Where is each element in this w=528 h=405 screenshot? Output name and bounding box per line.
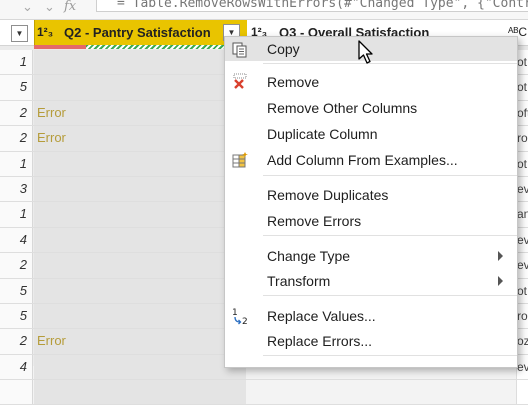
cancel-icon[interactable]: ⌄ xyxy=(44,0,55,14)
cell-q2[interactable] xyxy=(34,227,246,253)
menu-item-label: Duplicate Column xyxy=(267,126,378,142)
formula-bar: ⌄ ⌄ fx = Table.RemoveRowsWithErrors(#"Ch… xyxy=(0,0,528,20)
cell-value[interactable]: Error xyxy=(37,126,66,150)
cell-q2[interactable] xyxy=(34,354,246,380)
cell-q2[interactable] xyxy=(34,75,246,100)
cell-q2[interactable]: Error xyxy=(34,329,246,354)
row-number: 2 xyxy=(0,126,33,151)
row-number: 5 xyxy=(0,278,33,303)
menu-item-label: Remove xyxy=(267,74,320,90)
menu-item-label: Transform xyxy=(267,273,331,289)
number-type-icon[interactable]: 1²₃ xyxy=(37,25,53,39)
menu-item-remove-errors[interactable]: Remove Errors xyxy=(225,209,517,233)
menu-item-label: Add Column From Examples... xyxy=(267,152,458,168)
menu-item-duplicate-column[interactable]: Duplicate Column xyxy=(225,122,517,146)
cell-q2[interactable] xyxy=(34,151,246,176)
row-number: 1 xyxy=(0,151,33,176)
row-number: 1 xyxy=(0,50,33,75)
collapse-icon[interactable]: ⌄ xyxy=(22,0,33,14)
replace-values-icon: 12 xyxy=(231,307,251,327)
cell-value[interactable]: Error xyxy=(37,101,66,125)
menu-item-replace-values[interactable]: 1 2 Replace Values... xyxy=(225,304,517,328)
mouse-cursor-icon xyxy=(358,40,373,64)
svg-text:1: 1 xyxy=(232,308,238,318)
menu-item-remove-duplicates[interactable]: Remove Duplicates xyxy=(225,183,517,207)
submenu-arrow-icon xyxy=(498,276,503,286)
row-number: 5 xyxy=(0,303,33,329)
menu-item-change-type[interactable]: Change Type xyxy=(225,244,517,268)
cell-q2[interactable]: Error xyxy=(34,126,246,151)
row-number: 4 xyxy=(0,354,33,380)
fx-icon[interactable]: fx xyxy=(64,0,76,14)
menu-separator xyxy=(263,295,517,296)
cell-q2[interactable] xyxy=(34,176,246,202)
table-menu-icon[interactable]: ▼ xyxy=(11,25,28,42)
menu-item-label: Remove Duplicates xyxy=(267,187,389,203)
row-number: 4 xyxy=(0,227,33,253)
column-title-q2: Q2 - Pantry Satisfaction xyxy=(64,25,211,40)
menu-separator xyxy=(263,235,517,236)
row-number: 2 xyxy=(0,253,33,278)
menu-item-remove-other-columns[interactable]: Remove Other Columns xyxy=(225,96,517,120)
menu-item-add-column-from-examples[interactable]: Add Column From Examples... xyxy=(225,148,517,172)
cell-q2[interactable] xyxy=(34,50,246,75)
remove-icon xyxy=(231,73,251,91)
cell-partial[interactable] xyxy=(516,380,528,405)
menu-item-label: Replace Errors... xyxy=(267,333,373,349)
cell-value[interactable]: Error xyxy=(37,329,66,353)
cell-q2[interactable] xyxy=(34,380,246,405)
submenu-arrow-icon xyxy=(498,251,503,261)
column-header-q2[interactable]: 1²₃ Q2 - Pantry Satisfaction ▼ xyxy=(34,20,247,45)
cell-q2[interactable]: Error xyxy=(34,100,246,126)
cell-q2[interactable] xyxy=(34,303,246,329)
formula-input[interactable]: = Table.RemoveRowsWithErrors(#"Changed T… xyxy=(96,0,528,12)
row-number: 2 xyxy=(0,100,33,126)
menu-item-replace-errors[interactable]: Replace Errors... xyxy=(225,329,517,353)
add-column-examples-icon xyxy=(231,151,251,169)
menu-item-label: Remove Errors xyxy=(267,213,362,229)
svg-text:2: 2 xyxy=(242,317,248,325)
row-number: 1 xyxy=(0,202,33,227)
row-number xyxy=(0,380,33,405)
copy-icon xyxy=(231,40,251,58)
menu-separator xyxy=(263,63,517,64)
table-row[interactable] xyxy=(0,380,528,405)
menu-item-label: Change Type xyxy=(267,248,351,264)
context-menu: Copy Remove Remove Other Columns Duplicate … xyxy=(224,36,518,368)
menu-item-transform[interactable]: Transform xyxy=(225,269,517,293)
row-number: 2 xyxy=(0,329,33,354)
row-number: 3 xyxy=(0,176,33,202)
cell-q2[interactable] xyxy=(34,253,246,278)
valid-quality-bar xyxy=(86,45,246,49)
menu-item-label: Remove Other Columns xyxy=(267,100,418,116)
cell-q2[interactable] xyxy=(34,278,246,303)
error-quality-bar xyxy=(34,45,86,49)
row-number: 5 xyxy=(0,75,33,100)
cell-q2[interactable] xyxy=(34,202,246,227)
menu-item-label: Copy xyxy=(267,41,300,57)
menu-separator xyxy=(263,175,517,176)
menu-item-label: Replace Values... xyxy=(267,308,376,324)
menu-item-remove[interactable]: Remove xyxy=(225,70,517,94)
menu-separator xyxy=(263,355,517,356)
